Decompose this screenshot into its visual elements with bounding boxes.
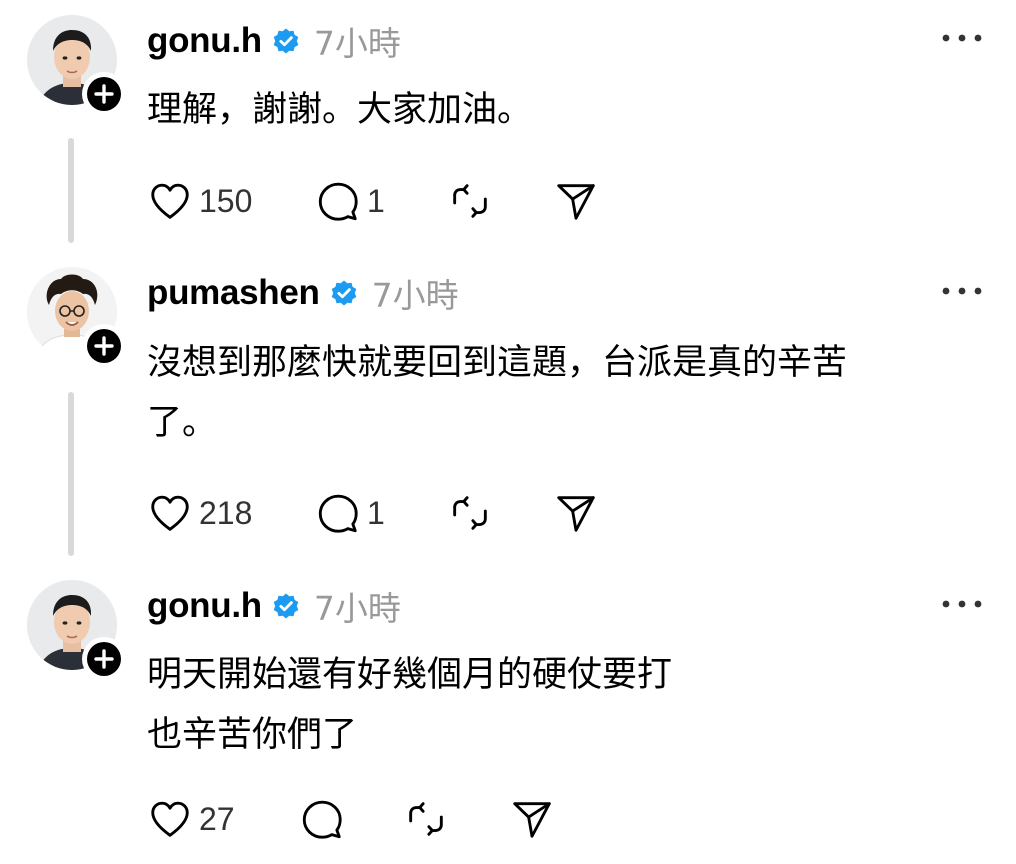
plus-icon xyxy=(82,72,126,116)
post-time[interactable]: 7小時 xyxy=(314,582,401,630)
action-bar: 150 1 xyxy=(147,176,947,226)
action-bar: 218 1 xyxy=(147,488,947,538)
like-count: 218 xyxy=(199,494,253,531)
post-text-line: 了。 xyxy=(147,403,218,443)
like-button[interactable]: 27 xyxy=(147,794,235,844)
follow-button[interactable] xyxy=(82,637,126,681)
post-header: gonu.h 7小時 xyxy=(147,581,401,631)
more-options-icon[interactable] xyxy=(940,281,984,301)
repost-icon xyxy=(447,178,493,224)
verified-badge-icon xyxy=(272,592,300,620)
plus-icon xyxy=(82,637,126,681)
username[interactable]: gonu.h xyxy=(147,21,262,61)
share-icon xyxy=(553,490,599,536)
action-bar: 27 xyxy=(147,794,947,844)
heart-icon xyxy=(147,796,193,842)
like-count: 150 xyxy=(199,182,253,219)
post-text-line: 沒想到那麼快就要回到這題，台派是真的辛苦 xyxy=(147,343,848,383)
reply-button[interactable] xyxy=(299,794,345,844)
reply-button[interactable]: 1 xyxy=(315,176,385,226)
heart-icon xyxy=(147,490,193,536)
more-options-icon[interactable] xyxy=(940,594,984,614)
follow-button[interactable] xyxy=(82,324,126,368)
post-time[interactable]: 7小時 xyxy=(372,269,459,317)
repost-icon xyxy=(403,796,449,842)
verified-badge-icon xyxy=(330,279,358,307)
repost-button[interactable] xyxy=(447,176,493,226)
thread-line xyxy=(68,392,74,556)
post-text-line: 理解，謝謝。大家加油。 xyxy=(147,90,533,130)
like-count: 27 xyxy=(199,800,235,837)
post-header: pumashen 7小時 xyxy=(147,268,459,318)
post-header: gonu.h 7小時 xyxy=(147,16,401,66)
post-text: 明天開始還有好幾個月的硬仗要打 也辛苦你們了 xyxy=(147,645,672,765)
post-text: 理解，謝謝。大家加油。 xyxy=(147,80,532,140)
follow-button[interactable] xyxy=(82,72,126,116)
share-button[interactable] xyxy=(509,794,555,844)
repost-button[interactable] xyxy=(403,794,449,844)
like-button[interactable]: 150 xyxy=(147,176,252,226)
comment-icon xyxy=(315,490,361,536)
share-icon xyxy=(509,796,555,842)
thread-line xyxy=(68,138,74,243)
username[interactable]: gonu.h xyxy=(147,586,262,626)
repost-button[interactable] xyxy=(447,488,493,538)
share-button[interactable] xyxy=(553,488,599,538)
repost-icon xyxy=(447,490,493,536)
share-button[interactable] xyxy=(553,176,599,226)
username[interactable]: pumashen xyxy=(147,273,320,313)
plus-icon xyxy=(82,324,126,368)
heart-icon xyxy=(147,178,193,224)
reply-count: 1 xyxy=(367,182,385,219)
post-text-line: 也辛苦你們了 xyxy=(147,715,358,755)
post-time[interactable]: 7小時 xyxy=(314,17,401,65)
comment-icon xyxy=(299,796,345,842)
post-text: 沒想到那麼快就要回到這題，台派是真的辛苦 了。 xyxy=(147,333,847,453)
more-options-icon[interactable] xyxy=(940,28,984,48)
comment-icon xyxy=(315,178,361,224)
verified-badge-icon xyxy=(272,27,300,55)
reply-button[interactable]: 1 xyxy=(315,488,385,538)
post-text-line: 明天開始還有好幾個月的硬仗要打 xyxy=(147,655,673,695)
like-button[interactable]: 218 xyxy=(147,488,252,538)
reply-count: 1 xyxy=(367,494,385,531)
share-icon xyxy=(553,178,599,224)
